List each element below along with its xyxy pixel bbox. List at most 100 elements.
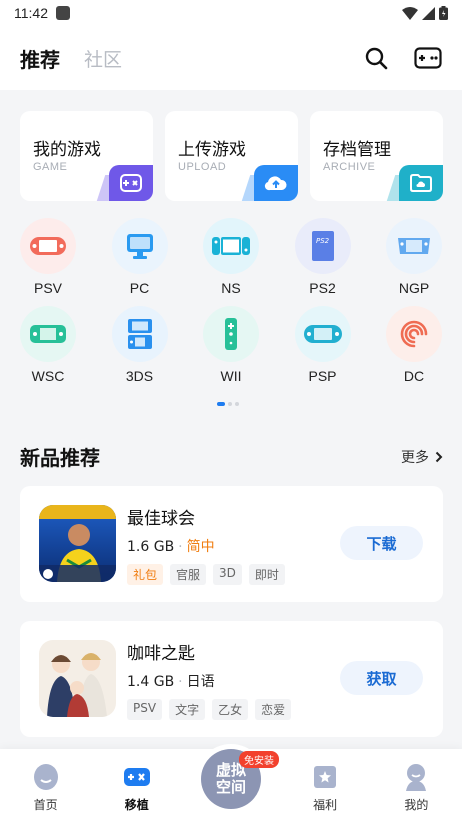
wifi-icon [402,6,418,20]
psv-icon [20,218,76,274]
game-language: 简中 [186,539,215,555]
platform-dc[interactable]: DC [376,306,452,384]
game-language: 日语 [186,674,215,690]
more-link[interactable]: 更多 [401,447,443,467]
ngp-icon [386,218,442,274]
gamepad-icon[interactable] [414,47,442,69]
quick-cards: 我的游戏 GAME 上传游戏 UPLOAD 存档管理 ARCHIVE [20,111,443,201]
nav-port[interactable]: 移植 [105,762,169,813]
game-meta: 1.4 GB · 日语 [127,674,215,690]
install-free-badge: 免安装 [239,751,279,768]
nav-label: 首页 [33,798,58,812]
tag: 礼包 [127,564,164,585]
search-icon[interactable] [364,46,388,70]
tab-community[interactable]: 社区 [84,45,122,72]
tab-recommend[interactable]: 推荐 [20,44,60,73]
status-bar: 11:42 [0,0,462,26]
platform-wsc[interactable]: WSC [10,306,86,384]
tag: 3D [213,564,242,585]
new-release-header: 新品推荐 更多 [20,442,443,471]
gamepad-icon [123,762,151,792]
my-games-card[interactable]: 我的游戏 GAME [20,111,153,201]
platform-label: DC [403,368,425,384]
game-tags: 礼包 官服 3D 即时 [127,564,285,585]
section-title: 新品推荐 [20,446,100,470]
nav-label: 我的 [404,798,429,812]
avatar-icon [404,762,428,792]
platform-3ds[interactable]: 3DS [102,306,178,384]
page-dot-active [217,402,225,406]
nav-label: 福利 [313,798,338,812]
card-title: 存档管理 [323,140,391,160]
nav-profile[interactable]: 我的 [384,762,448,813]
svg-text:PS2: PS2 [316,237,330,245]
tag: 乙女 [212,699,249,720]
platform-label: NS [221,280,241,296]
status-time: 11:42 [14,5,48,21]
upload-game-card[interactable]: 上传游戏 UPLOAD [165,111,298,201]
game-size: 1.6 GB [127,539,175,555]
game-title: 最佳球会 [127,509,195,529]
game-size: 1.4 GB [127,674,175,690]
page-dot [228,402,232,406]
tag: 即时 [248,564,285,585]
platform-label: 3DS [125,368,154,384]
nav-home[interactable]: 首页 [14,762,78,813]
psp-icon [294,306,351,362]
card-subtitle: ARCHIVE [323,161,376,173]
card-subtitle: GAME [33,161,68,173]
game-cover [39,640,116,717]
pc-icon [111,218,168,274]
battery-icon [439,6,448,20]
3ds-icon [111,306,168,362]
platform-grid: PSV PC NS PS2 PS2 NGP WSC 3DS WII PSP DC [10,218,452,394]
tag: 文字 [169,699,206,720]
game-cover [39,505,116,582]
switch-icon [203,218,259,274]
platform-label: PS2 [309,280,336,296]
platform-ns[interactable]: NS [193,218,269,296]
chevron-right-icon [435,451,443,462]
platform-ngp[interactable]: NGP [376,218,452,296]
game-tags: PSV 文字 乙女 恋爱 [127,699,292,720]
page-indicator [217,402,239,406]
card-title: 上传游戏 [178,140,246,160]
tag: 恋爱 [255,699,292,720]
tag: 官服 [170,564,207,585]
signal-icon [422,6,435,20]
tag: PSV [127,699,163,720]
platform-psp[interactable]: PSP [285,306,361,384]
platform-label: PSV [33,280,62,296]
wii-icon [203,306,259,362]
gift-icon [313,762,337,792]
top-bar: 推荐 社区 [0,26,462,90]
platform-label: PC [129,280,150,296]
wsc-icon [20,306,76,362]
status-icons [402,6,448,20]
game-card[interactable]: 最佳球会 1.6 GB · 简中 礼包 官服 3D 即时 下载 [20,486,443,602]
game-title: 咖啡之匙 [127,644,195,664]
platform-wii[interactable]: WII [193,306,269,384]
platform-label: NGP [398,280,430,296]
game-meta: 1.6 GB · 简中 [127,539,215,555]
game-card[interactable]: 咖啡之匙 1.4 GB · 日语 PSV 文字 乙女 恋爱 获取 [20,621,443,737]
platform-label: WII [220,368,242,384]
platform-pc[interactable]: PC [102,218,178,296]
cloud-upload-icon [254,165,298,201]
card-title: 我的游戏 [33,140,101,160]
card-subtitle: UPLOAD [178,161,227,173]
platform-label: PSP [308,368,337,384]
nav-label: 移植 [124,798,149,812]
more-label: 更多 [401,449,429,466]
ps2-icon: PS2 [294,218,351,274]
get-button[interactable]: 获取 [340,661,423,695]
archive-card[interactable]: 存档管理 ARCHIVE [310,111,443,201]
notification-icon [56,6,70,20]
gamepad-icon [109,165,153,201]
platform-psv[interactable]: PSV [10,218,86,296]
platform-ps2[interactable]: PS2 PS2 [285,218,361,296]
download-button[interactable]: 下载 [340,526,423,560]
platform-label: WSC [31,368,65,384]
dc-icon [386,306,442,362]
nav-welfare[interactable]: 福利 [293,762,357,813]
